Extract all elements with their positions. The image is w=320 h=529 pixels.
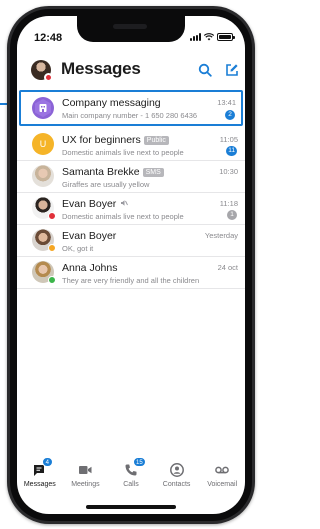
conversation-row-evan-boyer-1[interactable]: Evan Boyer Domestic animals live next to… [17, 193, 245, 225]
conversation-row-ux-for-beginners[interactable]: U UX for beginners Public Domestic animal… [17, 129, 245, 161]
conversation-name: Anna Johns [62, 262, 118, 274]
conversation-time: 13:41 [217, 98, 236, 107]
unread-badge: 1 [227, 210, 237, 220]
tab-calls[interactable]: 15 Calls [109, 457, 153, 488]
tab-messages[interactable]: 4 Messages [18, 457, 62, 488]
voicemail-icon [215, 466, 230, 474]
phone-screen: 12:48 Messages Company messaging Main co… [17, 16, 245, 514]
tab-contacts[interactable]: Contacts [155, 462, 199, 488]
page-title: Messages [61, 59, 141, 78]
conversation-time: 11:05 [219, 135, 238, 144]
tab-label: Voicemail [207, 481, 238, 488]
company-avatar [32, 97, 54, 119]
stage: 12:48 Messages Company messaging Main co… [0, 0, 262, 529]
tab-label: Contacts [162, 481, 191, 488]
company-hexagon-icon [35, 99, 51, 117]
conversation-preview: Domestic animals live next to people [62, 212, 184, 221]
search-icon[interactable] [198, 63, 212, 77]
tab-label: Calls [123, 481, 139, 488]
contact-icon [169, 463, 184, 477]
conversation-row-samanta-brekke[interactable]: Samanta Brekke SMS Giraffes are usually y… [17, 161, 245, 193]
public-tag: Public [143, 136, 169, 145]
conversation-name: Samanta Brekke SMS [62, 166, 164, 178]
conversation-name: Evan Boyer [62, 198, 129, 210]
conversation-name: Evan Boyer [62, 230, 117, 242]
tab-label: Meetings [71, 481, 100, 488]
sms-tag: SMS [142, 168, 164, 177]
presence-online-dot [48, 276, 56, 284]
my-avatar[interactable] [31, 60, 53, 82]
bottom-tab-bar: 4 Messages Meetings 15 Calls Contacts Vo… [17, 457, 245, 498]
wifi-icon [204, 33, 214, 41]
tab-label: Messages [23, 481, 56, 488]
tab-badge: 15 [132, 457, 146, 467]
conversation-preview: Main company number - 1 650 280 6436 [62, 111, 198, 120]
notch [77, 16, 185, 42]
conversation-time: 10:30 [219, 167, 238, 176]
tab-badge: 4 [41, 457, 53, 467]
compose-icon[interactable] [225, 63, 239, 77]
battery-icon [217, 33, 235, 41]
presence-busy-dot [48, 212, 56, 220]
conversation-preview: OK, got it [62, 244, 94, 253]
conversation-row-evan-boyer-2[interactable]: Evan Boyer OK, got it Yesterday [17, 225, 245, 257]
notch-speaker [113, 24, 147, 29]
conversation-name: Company messaging [62, 97, 161, 109]
tab-meetings[interactable]: Meetings [63, 462, 107, 488]
home-indicator [86, 505, 176, 509]
messages-header: Messages [17, 56, 245, 86]
video-icon [79, 466, 92, 474]
conversation-preview: Domestic animals live next to people [62, 148, 184, 157]
ux-avatar: U [32, 133, 54, 155]
conversation-row-company-messaging[interactable]: Company messaging Main company number - … [19, 90, 243, 126]
conversation-list: Company messaging Main company number - … [17, 90, 245, 289]
unread-badge: 11 [226, 146, 237, 156]
presence-busy-dot [44, 73, 53, 82]
tab-voicemail[interactable]: Voicemail [200, 462, 244, 488]
conversation-preview: They are very friendly and all the child… [62, 276, 200, 285]
mute-icon [121, 200, 129, 206]
samanta-avatar [32, 165, 54, 187]
unread-badge: 2 [225, 110, 235, 120]
signal-icon [190, 33, 201, 41]
presence-away-dot [48, 244, 56, 252]
status-bar: 12:48 [17, 16, 245, 50]
conversation-name: UX for beginners Public [62, 134, 169, 146]
conversation-time: Yesterday [204, 231, 238, 240]
status-time: 12:48 [34, 32, 63, 44]
conversation-time: 11:18 [219, 199, 238, 208]
conversation-preview: Giraffes are usually yellow [62, 180, 150, 189]
conversation-row-anna-johns[interactable]: Anna Johns They are very friendly and al… [17, 257, 245, 289]
conversation-time: 24 oct [217, 263, 238, 272]
status-icons [190, 33, 235, 41]
